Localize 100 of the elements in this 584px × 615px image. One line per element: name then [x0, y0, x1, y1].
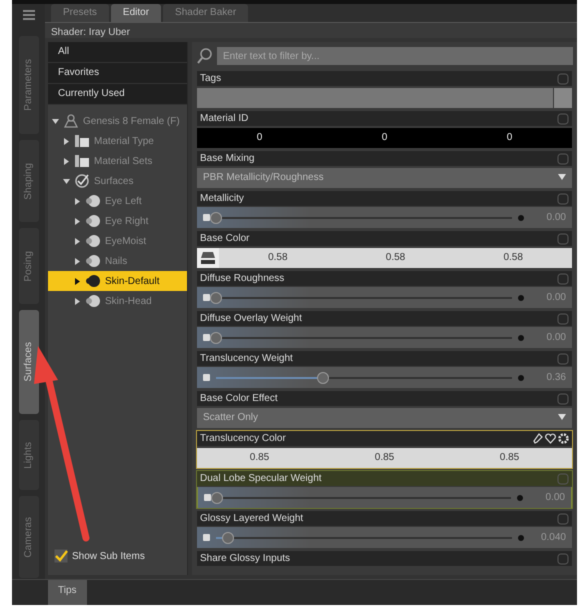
property-row[interactable]: Diffuse Roughness 0.00 — [196, 270, 573, 309]
slider[interactable]: 0.00 — [197, 287, 572, 308]
filter-item[interactable]: Currently Used — [48, 84, 187, 105]
side-tab[interactable]: Shaping — [18, 140, 38, 222]
property-menu-icon[interactable] — [557, 272, 569, 284]
slider-value[interactable]: 0.00 — [530, 332, 566, 343]
property-row[interactable]: Translucency Weight 0.36 — [196, 350, 573, 389]
slider-thumb[interactable] — [211, 492, 223, 504]
number-field[interactable]: 0 — [447, 132, 572, 143]
number-field[interactable]: 0.58 — [336, 252, 454, 263]
caret-icon[interactable] — [63, 158, 70, 164]
property-row[interactable]: Glossy Layered Weight 0.040 — [196, 510, 573, 549]
property-menu-icon[interactable] — [557, 152, 569, 164]
slider-thumb[interactable] — [210, 292, 222, 304]
slider-thumb[interactable] — [210, 332, 222, 344]
tags-field[interactable] — [197, 88, 553, 108]
property-menu-icon[interactable] — [557, 312, 569, 324]
slider-reset-button[interactable] — [203, 534, 210, 541]
tag-picker-button[interactable] — [554, 88, 572, 108]
side-tab[interactable]: Parameters — [18, 36, 38, 134]
panel-tab[interactable]: Editor — [110, 4, 162, 22]
checkbox[interactable] — [54, 549, 68, 563]
filter-item[interactable]: Favorites — [48, 63, 187, 84]
slider-value[interactable]: 0.00 — [529, 492, 565, 503]
gear-icon[interactable] — [558, 433, 569, 444]
color-swatch-icon[interactable] — [197, 248, 219, 268]
slider[interactable]: 0.040 — [197, 527, 572, 548]
property-menu-icon[interactable] — [557, 352, 569, 364]
bottom-tab[interactable]: Tips — [48, 580, 87, 605]
slider-value[interactable]: 0.00 — [530, 212, 566, 223]
dropdown[interactable]: Scatter Only — [197, 408, 572, 428]
tree-item[interactable]: Material Type — [48, 131, 187, 151]
slider-value[interactable]: 0.00 — [530, 292, 566, 303]
slider[interactable]: 0.00 — [197, 207, 572, 228]
heart-icon[interactable] — [545, 433, 556, 444]
dropdown[interactable]: PBR Metallicity/Roughness — [197, 168, 572, 188]
property-menu-icon[interactable] — [557, 392, 569, 404]
brush-icon[interactable] — [533, 433, 543, 444]
number-field[interactable]: 0.85 — [197, 452, 322, 463]
property-row[interactable]: Tags — [196, 70, 573, 109]
side-tab[interactable]: Lights — [18, 420, 38, 490]
number-field[interactable]: 0.58 — [219, 252, 337, 263]
caret-icon[interactable] — [74, 198, 81, 204]
slider-reset-button[interactable] — [203, 334, 210, 341]
slider[interactable]: 0.00 — [197, 327, 572, 348]
property-row[interactable]: Diffuse Overlay Weight 0.00 — [196, 310, 573, 349]
caret-icon[interactable] — [74, 298, 81, 304]
filter-item[interactable]: All — [48, 42, 187, 63]
tree-item[interactable]: Skin-Default — [48, 271, 187, 291]
slider-value[interactable]: 0.040 — [530, 532, 566, 543]
property-row[interactable]: Base Color Effect Scatter Only — [196, 390, 573, 429]
caret-icon[interactable] — [52, 118, 59, 124]
panel-tab[interactable]: Presets — [51, 4, 109, 22]
tree-item[interactable]: Eye Left — [48, 191, 187, 211]
slider-reset-button[interactable] — [203, 214, 210, 221]
slider-thumb[interactable] — [210, 212, 222, 224]
slider-thumb[interactable] — [316, 372, 329, 384]
slider-reset-button[interactable] — [203, 374, 210, 381]
menu-icon[interactable] — [22, 8, 36, 22]
caret-icon[interactable] — [74, 278, 81, 284]
slider[interactable]: 0.00 — [198, 487, 571, 508]
property-row[interactable]: Base Color 0.58 0.58 0.58 — [196, 230, 573, 269]
tree-item[interactable]: Skin-Head — [48, 291, 187, 311]
number-field[interactable]: 0 — [322, 132, 447, 143]
side-tab[interactable]: Surfaces — [18, 310, 38, 414]
property-row[interactable]: Share Glossy Inputs — [196, 550, 573, 567]
slider[interactable]: 0.36 — [197, 367, 572, 388]
property-menu-icon[interactable] — [557, 112, 569, 124]
caret-icon[interactable] — [74, 258, 81, 264]
property-row[interactable]: Dual Lobe Specular Weight 0.00 — [196, 470, 573, 509]
property-menu-icon[interactable] — [557, 192, 569, 204]
number-field[interactable]: 0.85 — [322, 452, 447, 463]
caret-icon[interactable] — [74, 238, 81, 244]
side-tab[interactable]: Cameras — [18, 496, 38, 578]
property-menu-icon[interactable] — [557, 552, 569, 564]
tree-item[interactable]: Material Sets — [48, 151, 187, 171]
slider-reset-button[interactable] — [203, 294, 210, 301]
tree-item[interactable]: Nails — [48, 251, 187, 271]
property-menu-icon[interactable] — [557, 232, 569, 244]
slider-value[interactable]: 0.36 — [530, 372, 566, 383]
caret-icon[interactable] — [63, 178, 70, 184]
tree-item[interactable]: EyeMoist — [48, 231, 187, 251]
property-menu-icon[interactable] — [557, 72, 569, 84]
slider-thumb[interactable] — [222, 532, 234, 544]
property-menu-icon[interactable] — [557, 472, 569, 484]
property-menu-icon[interactable] — [557, 512, 569, 524]
property-row[interactable]: Translucency Color 0.85 0.85 0.85 — [196, 430, 573, 469]
tree-item[interactable]: Genesis 8 Female (F) — [48, 111, 187, 131]
side-tab[interactable]: Posing — [18, 228, 38, 304]
number-field[interactable]: 0 — [197, 132, 322, 143]
number-field[interactable]: 0.58 — [454, 252, 572, 263]
property-row[interactable]: Metallicity 0.00 — [196, 190, 573, 229]
panel-tab[interactable]: Shader Baker — [163, 4, 248, 22]
slider-reset-button[interactable] — [204, 494, 211, 501]
search-field[interactable]: Enter text to filter by... — [217, 47, 573, 65]
property-row[interactable]: Base Mixing PBR Metallicity/Roughness — [196, 150, 573, 189]
tree-item[interactable]: Surfaces — [48, 171, 187, 191]
caret-icon[interactable] — [74, 218, 81, 224]
tree-item[interactable]: Eye Right — [48, 211, 187, 231]
caret-icon[interactable] — [63, 138, 70, 144]
